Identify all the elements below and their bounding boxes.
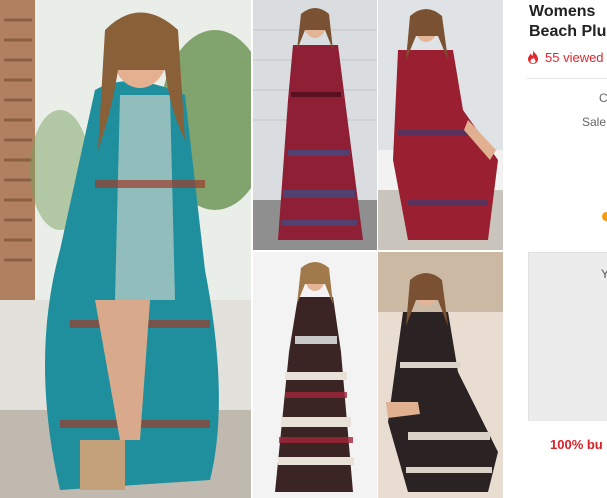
guarantee-text: 100% bu [550,437,603,452]
thumbnail-photo-1[interactable] [253,0,377,250]
product-title: Womens Beach Plu [529,2,607,42]
fire-icon [527,50,539,64]
promo-box: Y 100% bu [528,252,607,468]
product-info-panel: Womens Beach Plu 55 viewed C Sale Y 100%… [503,0,607,498]
viewed-indicator: 55 viewed [527,50,604,65]
promo-text: Y [601,267,607,281]
main-product-photo[interactable] [0,0,251,498]
thumbnail-photo-3[interactable] [253,252,377,498]
thumbnail-photo-4[interactable] [378,252,503,498]
status-dot [602,212,607,221]
viewed-count: 55 viewed [545,50,604,65]
product-title-line-1: Womens [529,3,596,20]
guarantee-bar: 100% bu [528,420,607,468]
thumbnail-photo-2[interactable] [378,0,503,250]
divider [527,78,607,79]
meta-label-sale: Sale [582,115,607,129]
product-image-gallery [0,0,503,498]
meta-label-1: C [599,91,607,105]
product-title-line-2: Beach Plu [529,23,607,40]
